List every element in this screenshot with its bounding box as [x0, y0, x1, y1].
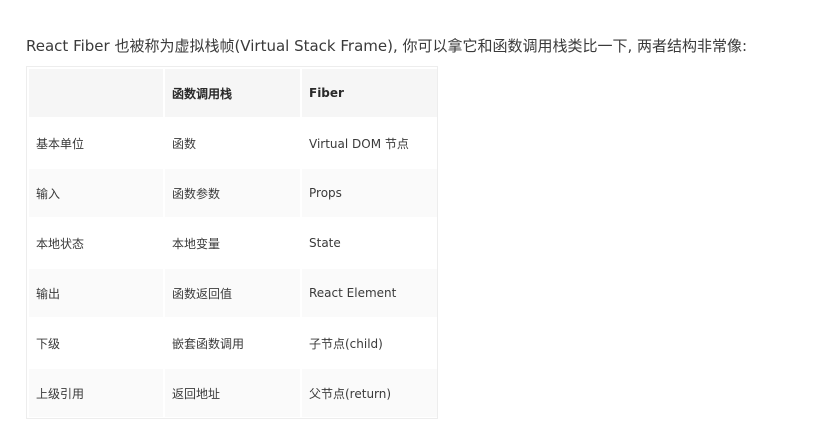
fiber-cell: State — [302, 219, 437, 267]
row-label-cell: 输出 — [29, 269, 163, 317]
table-row: 基本单位 函数 Virtual DOM 节点 — [29, 119, 437, 167]
fiber-cell: 父节点(return) — [302, 369, 437, 417]
table-row: 输出 函数返回值 React Element — [29, 269, 437, 317]
fiber-cell: Virtual DOM 节点 — [302, 119, 437, 167]
row-label-cell: 上级引用 — [29, 369, 163, 417]
table-row: 上级引用 返回地址 父节点(return) — [29, 369, 437, 417]
header-cell-fiber: Fiber — [302, 69, 437, 117]
table-header-row: 函数调用栈 Fiber — [29, 69, 437, 117]
call-stack-cell: 返回地址 — [165, 369, 300, 417]
header-cell-call-stack: 函数调用栈 — [165, 69, 300, 117]
call-stack-cell: 本地变量 — [165, 219, 300, 267]
row-label-cell: 本地状态 — [29, 219, 163, 267]
intro-paragraph: React Fiber 也被称为虚拟栈帧(Virtual Stack Frame… — [26, 37, 748, 55]
table-row: 下级 嵌套函数调用 子节点(child) — [29, 319, 437, 367]
fiber-cell: Props — [302, 169, 437, 217]
table-row: 本地状态 本地变量 State — [29, 219, 437, 267]
fiber-cell: React Element — [302, 269, 437, 317]
call-stack-cell: 函数参数 — [165, 169, 300, 217]
header-cell-blank — [29, 69, 163, 117]
row-label-cell: 输入 — [29, 169, 163, 217]
fiber-cell: 子节点(child) — [302, 319, 437, 367]
comparison-table: 函数调用栈 Fiber 基本单位 函数 Virtual DOM 节点 输入 函数… — [27, 67, 439, 419]
row-label-cell: 基本单位 — [29, 119, 163, 167]
call-stack-cell: 函数 — [165, 119, 300, 167]
call-stack-cell: 嵌套函数调用 — [165, 319, 300, 367]
table-row: 输入 函数参数 Props — [29, 169, 437, 217]
comparison-table-container: 函数调用栈 Fiber 基本单位 函数 Virtual DOM 节点 输入 函数… — [26, 66, 438, 419]
call-stack-cell: 函数返回值 — [165, 269, 300, 317]
row-label-cell: 下级 — [29, 319, 163, 367]
